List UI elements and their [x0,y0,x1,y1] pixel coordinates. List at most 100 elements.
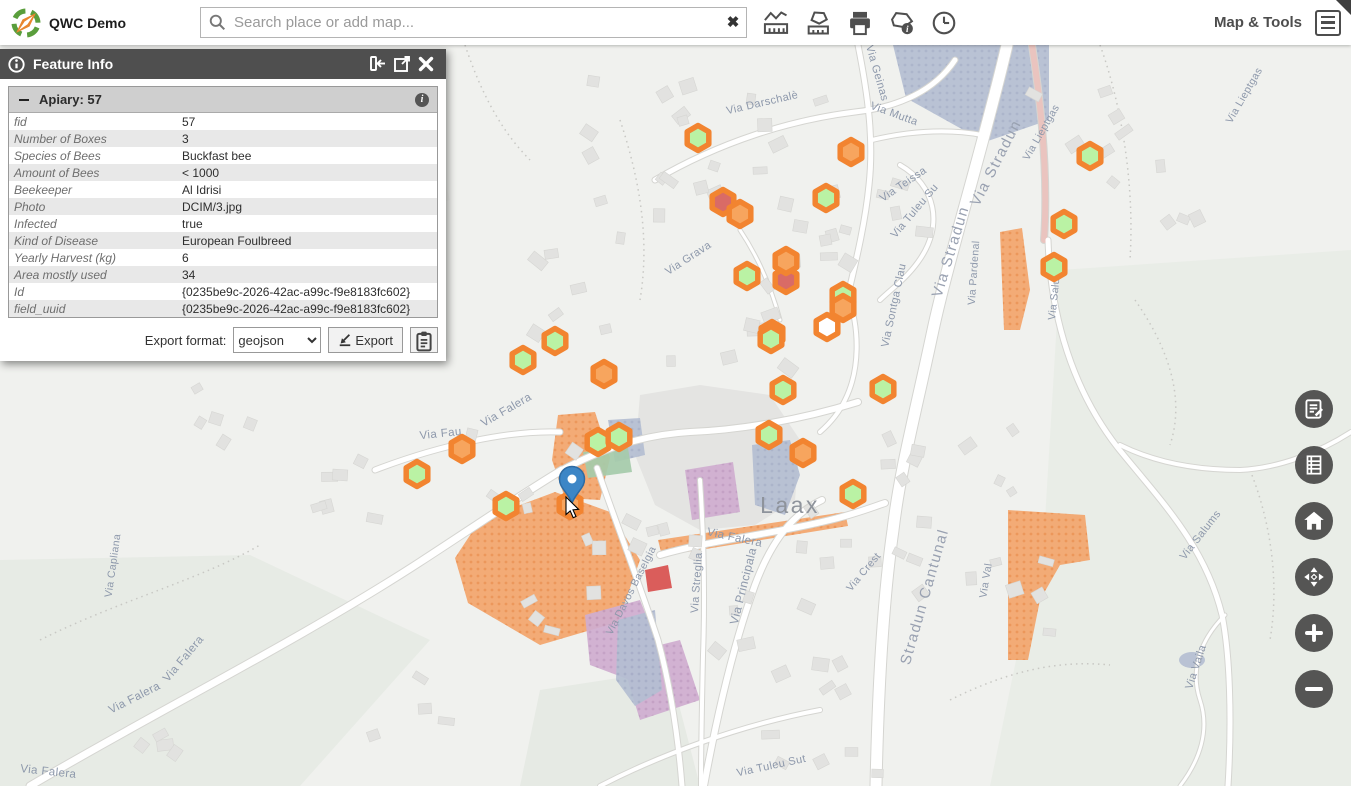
search-box[interactable]: ✖ [200,7,747,38]
building [820,557,834,570]
attribute-table-button[interactable] [1295,446,1333,484]
building [761,730,779,739]
apiary-marker[interactable] [544,329,566,354]
attribute-label: Species of Bees [9,149,182,163]
map-tools-label: Map & Tools [1214,14,1302,31]
building [1156,159,1166,172]
building [592,541,606,555]
landuse-area [685,462,740,520]
apiary-marker[interactable] [792,441,814,466]
attribute-label: Amount of Bees [9,166,182,180]
attribute-box: Apiary: 57 i fid57Number of Boxes3Specie… [8,86,438,318]
apiary-marker[interactable] [593,362,615,387]
attribute-row: Area mostly used34 [9,266,437,283]
feature-info-header[interactable]: Feature Info [0,49,446,79]
building [438,716,455,725]
apiary-marker[interactable] [1079,144,1101,169]
export-button[interactable]: Export [328,327,403,353]
zoom-out-button[interactable] [1295,670,1333,708]
toolbar: i [761,8,959,38]
close-icon[interactable] [414,52,438,76]
apiary-marker[interactable] [758,423,780,448]
apiary-marker[interactable] [1043,255,1065,280]
building [910,444,925,457]
attribute-table: fid57Number of Boxes3Species of BeesBuck… [9,113,437,317]
layer-info-icon[interactable]: i [415,93,429,107]
locate-button[interactable] [1295,558,1333,596]
export-icon [338,333,352,347]
building [966,572,977,586]
editing-button[interactable] [1295,390,1333,428]
search-icon [209,14,226,31]
attribute-row: Yearly Harvest (kg)6 [9,249,437,266]
attribute-row: Infectedtrue [9,215,437,232]
building [332,469,348,481]
building [418,703,432,714]
apiary-marker[interactable] [772,378,794,403]
attribute-row: PhotoDCIM/3.jpg [9,198,437,215]
attribute-value: {0235be9c-2026-42ac-a99c-f9e8183fc602} [182,302,410,316]
identify-region-icon[interactable]: i [887,8,917,38]
attribute-value: < 1000 [182,166,219,180]
layer-title: Apiary: 57 [39,92,415,107]
attribute-row: Species of BeesBuckfast bee [9,147,437,164]
building [753,167,767,175]
attribute-value: {0235be9c-2026-42ac-a99c-f9e8183fc602} [182,285,410,299]
print-icon[interactable] [845,8,875,38]
apiary-marker[interactable] [406,462,428,487]
collapse-icon[interactable] [17,93,31,107]
attribute-value: 3 [182,132,189,146]
apiary-marker[interactable] [816,315,838,340]
building [667,356,676,367]
apiary-marker[interactable] [842,482,864,507]
time-manager-icon[interactable] [929,8,959,38]
apiary-marker[interactable] [451,437,473,462]
attribute-label: fid [9,115,182,129]
attribute-row: Id{0235be9c-2026-42ac-a99c-f9e8183fc602} [9,283,437,300]
home-button[interactable] [1295,502,1333,540]
building [693,180,709,195]
attribute-row: Amount of Bees< 1000 [9,164,437,181]
apiary-marker[interactable] [512,348,534,373]
building [587,75,600,87]
app-logo: QWC Demo [0,7,140,39]
feature-info-panel: Feature Info Apiary: 57 [0,49,446,361]
apiary-marker[interactable] [1053,212,1075,237]
apiary-marker[interactable] [815,186,837,211]
attribute-value: Buckfast bee [182,149,251,163]
zoom-in-button[interactable] [1295,614,1333,652]
attribute-label: field_uuid [9,302,182,316]
apiary-marker[interactable] [872,377,894,402]
apiary-marker[interactable] [736,264,758,289]
attribute-value: DCIM/3.jpg [182,200,242,214]
building [587,586,602,600]
export-format-select[interactable]: geojson [233,327,321,353]
apiary-marker[interactable] [760,327,782,352]
building [778,196,794,212]
export-bar: Export format: geojson Export [8,327,438,353]
apiary-marker[interactable] [608,425,630,450]
dock-icon[interactable] [366,52,390,76]
detach-window-icon[interactable] [390,52,414,76]
export-format-label: Export format: [145,333,227,348]
copy-to-clipboard-icon[interactable] [410,327,438,353]
building [819,234,832,246]
apiary-marker[interactable] [495,494,517,519]
layer-header[interactable]: Apiary: 57 i [9,87,437,113]
building [616,232,626,245]
apiary-marker[interactable] [687,126,709,151]
measure-area-icon[interactable] [803,8,833,38]
measure-icon[interactable] [761,8,791,38]
attribute-value: Al Idrisi [182,183,221,197]
building [796,541,807,554]
qwc-logo-icon [10,7,42,39]
attribute-value: 57 [182,115,195,129]
building [653,209,665,223]
apiary-marker[interactable] [729,202,751,227]
building [757,118,772,132]
apiary-marker[interactable] [840,140,862,165]
search-input[interactable] [232,9,720,36]
apiary-marker[interactable] [775,249,797,274]
search-clear-button[interactable]: ✖ [720,10,746,36]
corner-fold [1336,0,1351,15]
